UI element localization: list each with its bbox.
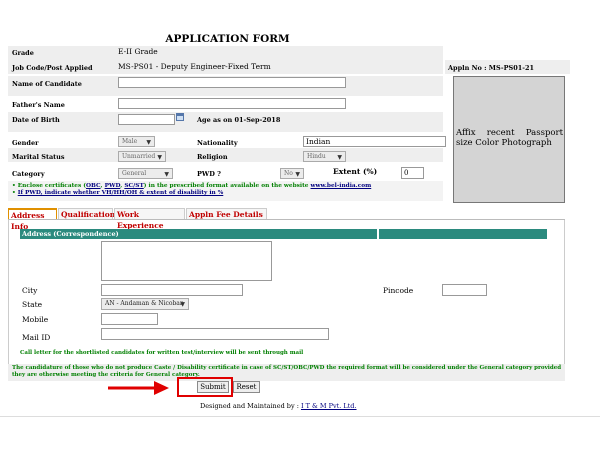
job-label: Job Code/Post Applied: [12, 64, 93, 72]
pincode-label: Pincode: [383, 286, 414, 295]
chevron-down-icon: ▼: [157, 154, 162, 161]
chevron-down-icon: ▼: [337, 154, 342, 161]
name-label: Name of Candidate: [12, 80, 82, 88]
page-title: APPLICATION FORM: [165, 33, 290, 45]
note-text: ) in the prescribed format available on …: [143, 183, 311, 189]
extent-input[interactable]: 0: [401, 167, 424, 179]
dob-label: Date of Birth: [12, 116, 60, 124]
general-note: The candidature of those who do not prod…: [12, 365, 562, 378]
pincode-input[interactable]: [442, 284, 487, 296]
nationality-label: Nationality: [197, 139, 238, 147]
nationality-input[interactable]: Indian: [303, 136, 446, 147]
calendar-icon[interactable]: [176, 113, 184, 121]
appln-no: Appln No : MS-PS01-21: [448, 64, 534, 72]
religion-select[interactable]: Hindu ▼: [303, 151, 346, 162]
pwd-value: No: [284, 170, 293, 177]
age-value-cell: [303, 112, 443, 132]
call-letter-note: Call letter for the shortlisted candidat…: [20, 350, 304, 356]
father-input[interactable]: [118, 98, 346, 109]
scst-link[interactable]: SC/ST: [124, 183, 143, 189]
age-label: Age as on 01-Sep-2018: [197, 116, 281, 124]
photo-instruction: Affix recent Passport size Color Photogr…: [456, 128, 563, 148]
state-label: State: [22, 300, 43, 309]
state-value: AN - Andaman & Nicobar: [105, 300, 183, 307]
marital-value: Unmarried: [122, 153, 156, 160]
obc-link[interactable]: OBC: [86, 183, 101, 189]
website-link[interactable]: www.bel-india.com: [311, 183, 372, 189]
pwd-label: PWD ?: [197, 170, 221, 178]
father-label: Father's Name: [12, 101, 65, 109]
chevron-down-icon: ▼: [146, 139, 151, 146]
chevron-down-icon: ▼: [180, 301, 185, 308]
footer-link[interactable]: I T & M Pvt. Ltd.: [301, 402, 357, 410]
mail-input[interactable]: [101, 328, 329, 340]
religion-value: Hindu: [307, 153, 326, 160]
name-input[interactable]: [118, 77, 346, 88]
pwd-select[interactable]: No ▼: [280, 168, 304, 179]
grade-row: [8, 46, 443, 60]
general-note-box: The candidature of those who do not prod…: [8, 364, 565, 381]
category-value: General: [122, 170, 147, 177]
pwd-link[interactable]: PWD: [105, 183, 121, 189]
gender-value: Male: [122, 138, 138, 145]
footer: Designed and Maintained by : I T & M Pvt…: [200, 402, 357, 410]
submit-button[interactable]: Submit: [197, 381, 229, 393]
note-text: • Enclose certificates (: [12, 183, 86, 189]
reset-button[interactable]: Reset: [233, 381, 260, 393]
dob-input[interactable]: [118, 114, 175, 125]
city-input[interactable]: [101, 284, 243, 296]
note-line-1: • Enclose certificates (OBC, PWD, SC/ST)…: [12, 183, 371, 189]
address-textarea[interactable]: [101, 241, 272, 281]
address-header: Address (Correspondence): [22, 230, 119, 238]
grade-label: Grade: [12, 49, 34, 57]
category-select[interactable]: General ▼: [118, 168, 173, 179]
mobile-input[interactable]: [101, 313, 158, 325]
note-line-2: • If PWD, indicate whether VH/HH/OH & ex…: [12, 190, 223, 196]
pwd-disability-link[interactable]: If PWD, indicate whether VH/HH/OH & exte…: [18, 190, 224, 196]
arrow-right-icon: [108, 381, 169, 395]
mail-label: Mail ID: [22, 333, 51, 342]
category-label: Category: [12, 170, 45, 178]
city-label: City: [22, 286, 38, 295]
gender-select[interactable]: Male ▼: [118, 136, 155, 147]
grade-value: E-II Grade: [118, 47, 158, 56]
footer-divider: [0, 416, 600, 417]
marital-label: Marital Status: [12, 153, 65, 161]
extent-label: Extent (%): [333, 167, 378, 176]
religion-label: Religion: [197, 153, 228, 161]
chevron-down-icon: ▼: [295, 171, 300, 178]
chevron-down-icon: ▼: [164, 171, 169, 178]
gender-label: Gender: [12, 139, 39, 147]
marital-select[interactable]: Unmarried ▼: [118, 151, 166, 162]
mobile-label: Mobile: [22, 315, 49, 324]
job-value: MS-PS01 - Deputy Engineer-Fixed Term: [118, 62, 271, 71]
state-select[interactable]: AN - Andaman & Nicobar ▼: [101, 298, 189, 310]
footer-text: Designed and Maintained by :: [200, 402, 301, 410]
